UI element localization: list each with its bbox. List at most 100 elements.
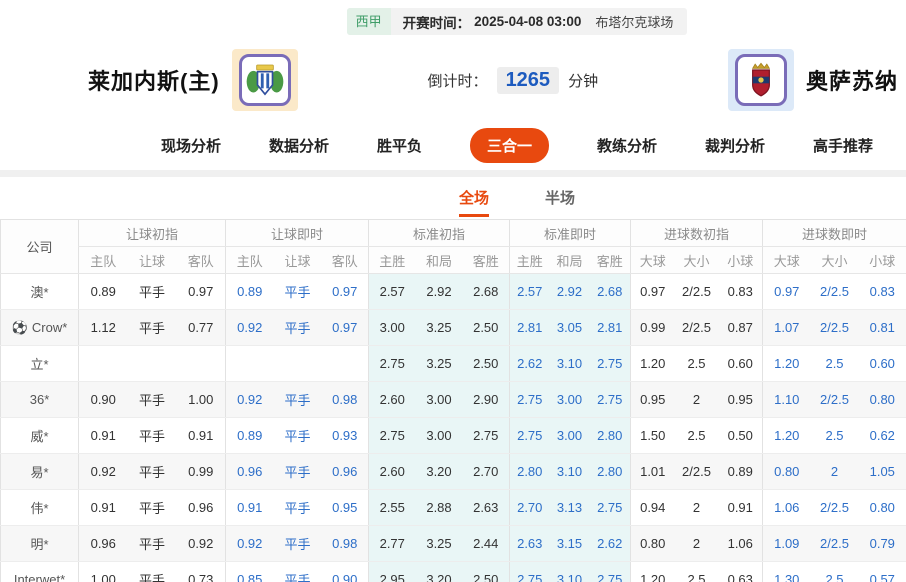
tab-referee-analysis[interactable]: 裁判分析 <box>705 135 765 156</box>
table-row: 威* 0.91 平手 0.91 0.89 平手 0.93 2.75 3.00 2.75 2.75 3.… <box>0 417 906 454</box>
away-team-name: 奥萨苏纳 <box>805 69 898 94</box>
odds-cell: 2.5 <box>810 417 859 454</box>
company-name: Crow* <box>31 319 68 335</box>
odds-cell: 2.80 <box>509 453 550 490</box>
odds-cell: 1.05 <box>858 453 906 490</box>
odds-cell: 1.09 <box>762 525 811 562</box>
odds-cell: 0.97 <box>321 309 369 346</box>
company-cell[interactable]: 明* <box>0 525 79 562</box>
odds-table: 公司 让球初指 让球即时 标准初指 标准即时 进球数初指 进球数即时 主队 让球 客队 主队 让球… <box>0 219 906 582</box>
odds-cell: 平手 <box>127 381 177 418</box>
odds-cell: 0.80 <box>858 489 906 526</box>
group-header-goals-live: 进球数即时 <box>762 219 906 247</box>
odds-cell: 2 <box>674 489 719 526</box>
odds-cell: 平手 <box>127 525 177 562</box>
countdown-value: 1265 <box>496 66 560 94</box>
col-header: 主胜 <box>368 246 416 274</box>
company-cell[interactable]: 澳* <box>0 273 79 310</box>
odds-cell <box>127 345 177 382</box>
odds-cell: 0.97 <box>630 273 675 310</box>
odds-cell: 0.60 <box>858 345 906 382</box>
odds-cell: 1.20 <box>630 345 675 382</box>
odds-cell: 3.15 <box>549 525 590 562</box>
odds-cell: 0.96 <box>321 453 369 490</box>
odds-cell <box>176 345 226 382</box>
odds-cell: 平手 <box>127 273 177 310</box>
odds-cell: 0.83 <box>718 273 763 310</box>
odds-cell: 2.95 <box>368 561 416 582</box>
tab-win-draw-loss[interactable]: 胜平负 <box>377 135 422 156</box>
odds-cell: 2.75 <box>589 489 631 526</box>
tab-three-in-one[interactable]: 三合一 <box>469 127 549 163</box>
company-cell[interactable]: 伟* <box>0 489 79 526</box>
group-header-standard-live: 标准即时 <box>509 219 631 247</box>
odds-cell: 0.91 <box>225 489 274 526</box>
odds-cell: 2.68 <box>462 273 510 310</box>
company-name: 威* <box>30 429 49 444</box>
odds-cell: 平手 <box>273 561 322 582</box>
countdown-unit: 分钟 <box>568 72 599 90</box>
company-cell[interactable]: Interwet* <box>0 561 79 582</box>
odds-cell: 0.77 <box>176 309 226 346</box>
away-team-logo <box>727 49 794 111</box>
odds-cell <box>273 345 322 382</box>
odds-cell: 2/2.5 <box>810 525 859 562</box>
odds-cell: 2.5 <box>810 345 859 382</box>
odds-cell: 0.96 <box>176 489 226 526</box>
odds-cell: 1.06 <box>762 489 811 526</box>
match-info-strip: 西甲 开赛时间： 2025-04-08 03:00 布塔尔克球场 <box>64 8 906 35</box>
subtab-half-match[interactable]: 半场 <box>545 187 575 217</box>
odds-cell: 2.57 <box>509 273 550 310</box>
company-name: 澳* <box>30 285 49 300</box>
tab-data-analysis[interactable]: 数据分析 <box>269 135 329 156</box>
odds-cell: 2.75 <box>368 345 416 382</box>
odds-cell: 2 <box>810 453 859 490</box>
subtab-full-match[interactable]: 全场 <box>458 187 489 217</box>
odds-cell: 2.81 <box>509 309 550 346</box>
odds-cell: 0.89 <box>225 273 274 310</box>
tab-live-analysis[interactable]: 现场分析 <box>161 135 221 156</box>
table-row: 明* 0.96 平手 0.92 0.92 平手 0.98 2.77 3.25 2.44 2.63 3.… <box>0 525 906 562</box>
tab-coach-analysis[interactable]: 教练分析 <box>597 135 657 156</box>
company-cell[interactable]: 威* <box>0 417 79 454</box>
odds-cell <box>225 345 274 382</box>
company-cell[interactable]: 易* <box>0 453 79 490</box>
odds-cell: 0.98 <box>321 381 369 418</box>
odds-cell: 2/2.5 <box>810 381 859 418</box>
group-header-standard-initial: 标准初指 <box>368 219 510 247</box>
away-team-group: 奥萨苏纳 <box>727 49 898 111</box>
odds-cell: 2.44 <box>462 525 510 562</box>
odds-cell: 0.85 <box>225 561 274 582</box>
odds-cell: 平手 <box>127 561 177 582</box>
table-row: 36* 0.90 平手 1.00 0.92 平手 0.98 2.60 3.00 2.90 2.75 3… <box>0 381 906 418</box>
odds-cell: 平手 <box>127 489 177 526</box>
odds-cell: 0.91 <box>78 417 128 454</box>
section-divider <box>0 170 906 177</box>
odds-cell: 0.92 <box>225 525 274 562</box>
company-cell[interactable]: 36* <box>0 381 79 418</box>
odds-cell: 2.75 <box>589 345 631 382</box>
odds-cell: 3.00 <box>415 381 463 418</box>
odds-cell: 0.80 <box>762 453 811 490</box>
odds-cell: 2/2.5 <box>674 453 719 490</box>
company-name: 明* <box>30 537 49 552</box>
odds-cell: 2.75 <box>462 417 510 454</box>
odds-cell: 平手 <box>127 417 177 454</box>
odds-cell: 2.50 <box>462 345 510 382</box>
tab-expert-picks[interactable]: 高手推荐 <box>813 135 873 156</box>
col-header: 和局 <box>415 246 463 274</box>
odds-cell: 0.89 <box>718 453 763 490</box>
odds-cell: 1.07 <box>762 309 811 346</box>
odds-cell: 3.00 <box>415 417 463 454</box>
company-name: Interwet* <box>13 572 66 582</box>
odds-cell: 0.91 <box>718 489 763 526</box>
odds-cell: 2.68 <box>589 273 631 310</box>
odds-cell: 2.5 <box>674 417 719 454</box>
odds-cell: 0.89 <box>225 417 274 454</box>
odds-table-body: 澳* 0.89 平手 0.97 0.89 平手 0.97 2.57 2.92 2.68 2.57 2.… <box>0 273 906 582</box>
odds-cell: 2.57 <box>368 273 416 310</box>
company-cell[interactable]: ⚽ Crow* <box>0 309 79 346</box>
odds-cell: 1.00 <box>176 381 226 418</box>
subtabs: 全场 半场 <box>64 177 906 217</box>
company-cell[interactable]: 立* <box>0 345 79 382</box>
